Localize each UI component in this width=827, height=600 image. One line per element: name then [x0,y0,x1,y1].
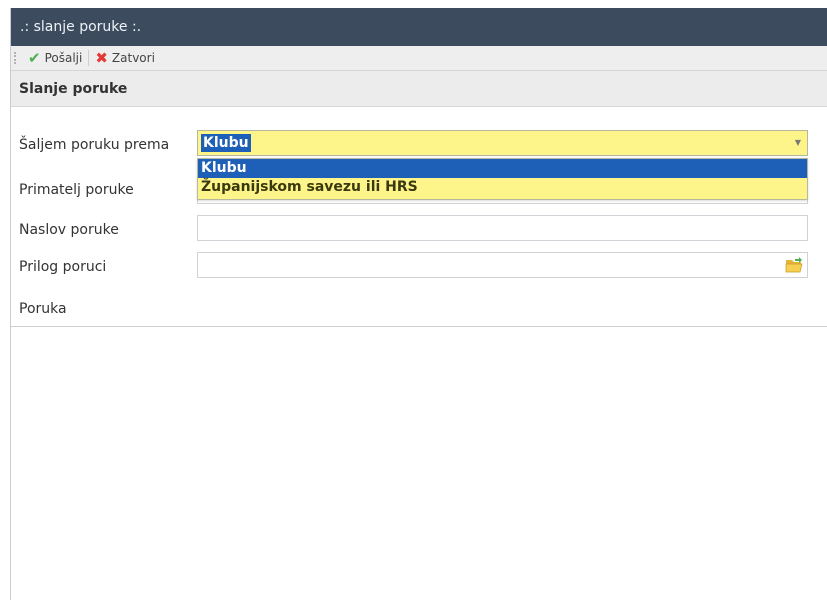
send-to-label: Šaljem poruku prema [19,137,170,153]
close-button[interactable]: ✖ Zatvori [91,48,159,68]
recipient-label: Primatelj poruke [19,182,134,198]
x-icon: ✖ [95,49,108,67]
toolbar-grip[interactable] [14,52,20,64]
send-button[interactable]: ✔ Pošalji [24,48,86,68]
section-title: Slanje poruke [11,71,827,107]
window-title: .: slanje poruke :. [11,8,827,46]
send-to-combobox[interactable]: Klubu ▼ [197,130,808,156]
check-icon: ✔ [28,49,41,67]
message-textarea[interactable] [11,326,827,600]
dropdown-option-klubu[interactable]: Klubu [198,159,807,178]
subject-label: Naslov poruke [19,222,119,238]
attachment-input[interactable] [197,252,808,278]
message-window: .: slanje poruke :. ✔ Pošalji ✖ Zatvori … [10,8,827,600]
message-label: Poruka [19,301,67,317]
close-button-label: Zatvori [111,51,155,65]
send-button-label: Pošalji [44,51,83,65]
toolbar-separator [88,50,90,66]
folder-open-icon[interactable] [785,256,803,274]
send-to-selected-value: Klubu [201,134,251,152]
send-to-dropdown-list: Klubu Županijskom savezu ili HRS [197,158,808,200]
dropdown-option-zupanijski-savez[interactable]: Županijskom savezu ili HRS [198,178,807,197]
subject-input[interactable] [197,215,808,241]
toolbar: ✔ Pošalji ✖ Zatvori [11,46,827,71]
attachment-label: Prilog poruci [19,259,107,275]
chevron-down-icon[interactable]: ▼ [795,131,801,155]
